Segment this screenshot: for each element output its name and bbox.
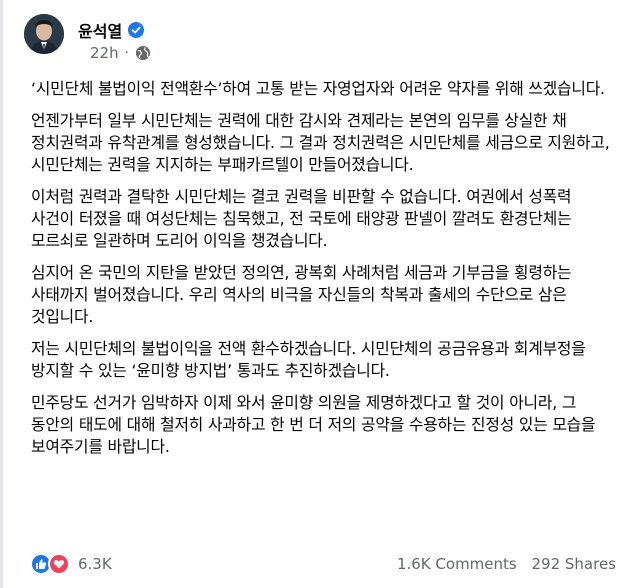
meta-separator: · xyxy=(124,45,129,61)
reactions-summary[interactable]: 6.3K xyxy=(30,553,112,575)
post-footer: 6.3K 1.6K Comments 292 Shares xyxy=(30,553,616,579)
shares-count-link[interactable]: 292 Shares xyxy=(532,555,617,573)
engagement-stats: 1.6K Comments 292 Shares xyxy=(387,555,616,573)
author-name[interactable]: 윤석열 xyxy=(78,18,122,42)
verified-badge-icon xyxy=(128,22,145,38)
post-paragraph: 민주당도 선거가 임박하자 이제 와서 윤미향 의원을 제명하겠다고 할 것이 … xyxy=(31,393,596,456)
post-timestamp[interactable]: 22h xyxy=(90,44,119,62)
post-paragraph: ‘시민단체 불법이익 전액환수’하여 고통 받는 자영업자와 어려운 약자를 위… xyxy=(31,79,605,98)
facebook-post: 윤석열 22h · ‘시민단체 불법이익 전액환수’하여 고통 받는 자영업자와… xyxy=(0,0,625,588)
reaction-count: 6.3K xyxy=(78,555,112,573)
love-icon xyxy=(48,553,70,575)
globe-icon[interactable] xyxy=(135,45,151,61)
comments-count-link[interactable]: 1.6K Comments xyxy=(397,555,517,573)
post-body: ‘시민단체 불법이익 전액환수’하여 고통 받는 자영업자와 어려운 약자를 위… xyxy=(31,78,611,468)
author-avatar[interactable] xyxy=(24,14,64,54)
post-paragraph: 심지어 온 국민의 지탄을 받았던 정의연, 광복회 사례처럼 세금과 기부금을… xyxy=(31,263,572,326)
post-paragraph: 저는 시민단체의 불법이익을 전액 환수하겠습니다. 시민단체의 공금유용과 회… xyxy=(31,339,586,380)
left-border xyxy=(0,0,3,588)
post-paragraph: 이처럼 권력과 결탁한 시민단체는 결코 권력을 비판할 수 없습니다. 여권에… xyxy=(31,187,572,250)
post-paragraph: 언젠가부터 일부 시민단체는 권력에 대한 감시와 견제라는 본연의 임무를 상… xyxy=(31,111,610,174)
